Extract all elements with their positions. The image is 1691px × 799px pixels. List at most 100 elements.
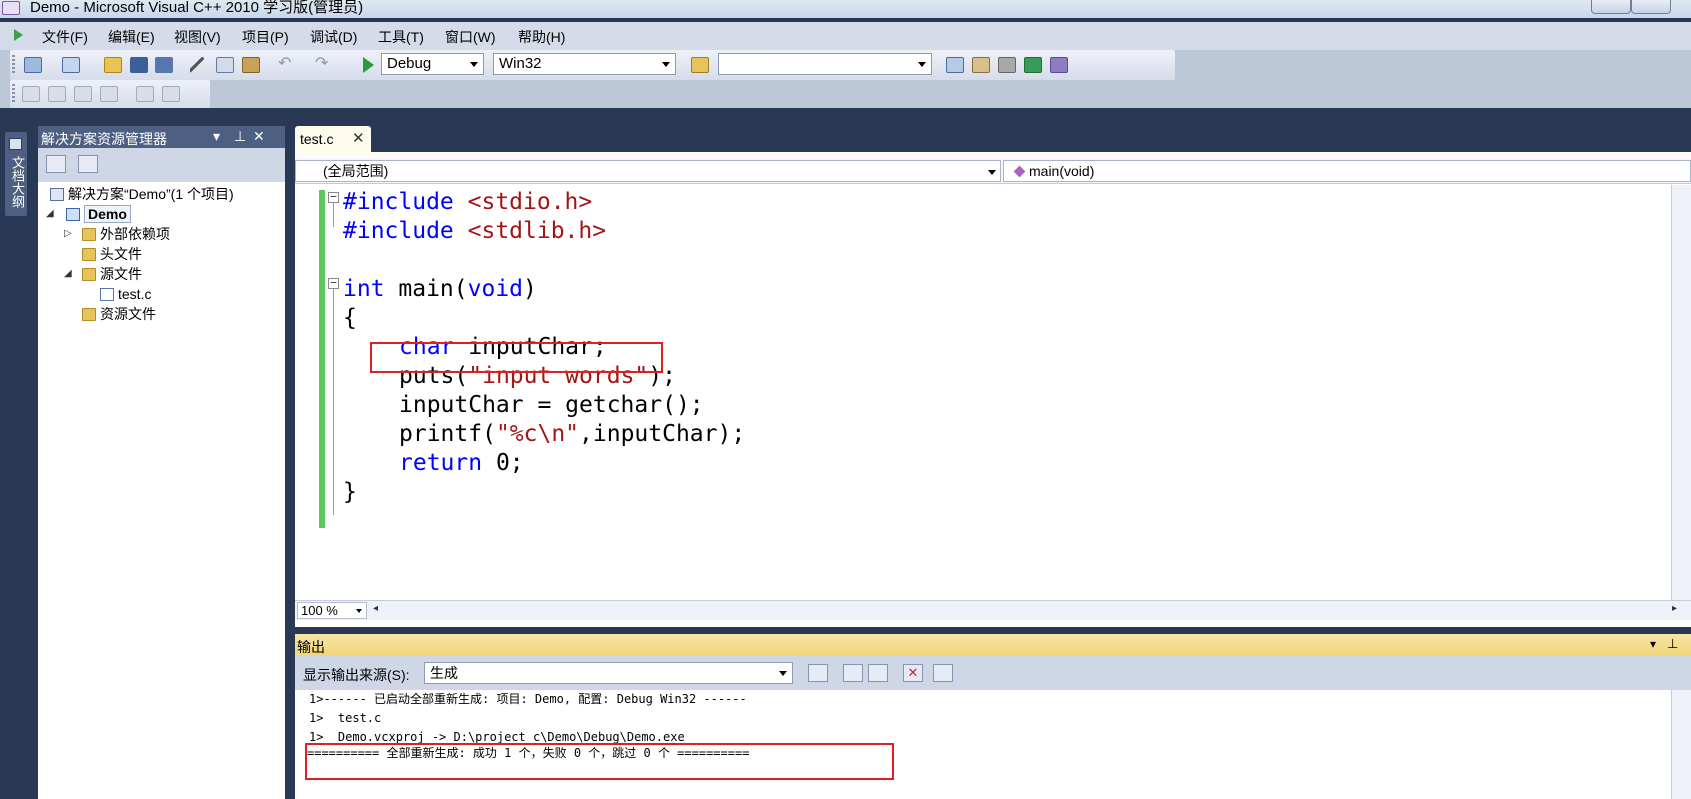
menu-view[interactable]: 视图(V)	[174, 27, 221, 47]
pin-icon[interactable]: ⊥	[234, 128, 246, 145]
chevron-down-icon	[988, 170, 996, 175]
expand-arrow-icon[interactable]: ▷	[64, 228, 72, 239]
solution-explorer-toolbar	[38, 148, 285, 182]
output-source-value: 生成	[430, 665, 458, 681]
goto-next-message-icon[interactable]	[808, 664, 828, 682]
dropdown-arrow-icon[interactable]: ▾	[1650, 637, 1656, 651]
find-next-icon[interactable]	[868, 664, 888, 682]
properties-icon[interactable]	[972, 57, 990, 73]
collapse-region-icon[interactable]: −	[328, 191, 339, 203]
change-tracking-bar	[319, 190, 325, 528]
close-icon[interactable]: ✕	[253, 128, 265, 145]
document-outline-tab[interactable]: 文档大纲	[5, 132, 27, 216]
code-line-8: inputChar = getchar();	[399, 390, 704, 420]
chevron-down-icon	[470, 62, 478, 67]
cut-icon[interactable]	[190, 57, 204, 73]
save-icon[interactable]	[130, 57, 148, 73]
code-token: int	[343, 276, 385, 302]
toolbar-grip[interactable]	[12, 84, 15, 104]
code-line-5: {	[343, 303, 357, 333]
find-previous-icon[interactable]	[843, 664, 863, 682]
quick-info-icon[interactable]	[74, 86, 92, 102]
collapse-region-icon[interactable]: −	[328, 277, 339, 289]
platform-select[interactable]: Win32	[493, 53, 676, 75]
code-token: }	[343, 479, 357, 505]
code-token: #include	[343, 218, 468, 244]
collapse-arrow-icon[interactable]: ◢	[46, 208, 54, 219]
start-debugging-icon[interactable]	[363, 57, 374, 73]
class-view-icon[interactable]	[1050, 57, 1068, 73]
undo-icon[interactable]: ↶	[278, 56, 296, 73]
parameter-info-icon[interactable]	[48, 86, 66, 102]
code-token: <stdio.h>	[467, 189, 593, 215]
tree-item-test-c[interactable]: test.c	[100, 284, 151, 304]
tree-item-solution[interactable]: 解决方案“Demo”(1 个项目)	[50, 184, 234, 204]
menu-window[interactable]: 窗口(W)	[445, 27, 496, 47]
output-source-select[interactable]: 生成	[424, 662, 793, 684]
tree-item-label: 外部依赖项	[100, 226, 170, 242]
complete-word-icon[interactable]	[100, 86, 118, 102]
new-project-icon[interactable]	[24, 57, 42, 73]
editor-vertical-scrollbar[interactable]	[1671, 185, 1691, 600]
solution-explorer-icon[interactable]	[946, 57, 964, 73]
folder-icon	[82, 248, 96, 261]
find-combo[interactable]	[718, 53, 932, 75]
start-page-icon[interactable]	[1024, 57, 1042, 73]
toggle-word-wrap-icon[interactable]	[933, 664, 953, 682]
collapse-arrow-icon[interactable]: ◢	[64, 268, 72, 279]
save-all-icon[interactable]	[155, 57, 173, 73]
redo-icon[interactable]: ↷	[315, 56, 333, 73]
tree-item-source-files[interactable]: 源文件	[82, 264, 142, 284]
highlight-box-declaration	[370, 342, 663, 373]
scope-select[interactable]: (全局范围)	[295, 160, 1001, 182]
output-text[interactable]: 1>------ 已启动全部重新生成: 项目: Demo, 配置: Debug …	[295, 690, 1691, 799]
code-token: <stdlib.h>	[467, 218, 607, 244]
copy-icon[interactable]	[216, 57, 234, 73]
menu-tools[interactable]: 工具(T)	[378, 27, 424, 47]
show-all-files-button[interactable]	[78, 155, 98, 173]
code-line-4: int main(void)	[343, 274, 537, 304]
add-item-icon[interactable]	[62, 57, 80, 73]
pin-icon[interactable]: ⊥	[1667, 636, 1678, 652]
menu-debug[interactable]: 调试(D)	[310, 27, 357, 47]
outdent-icon[interactable]	[136, 86, 154, 102]
chevron-down-icon	[918, 62, 926, 67]
editor-horizontal-scrollbar[interactable]: 100 % ◂ ▸	[295, 600, 1691, 620]
tree-item-project[interactable]: Demo	[66, 204, 131, 224]
open-file-icon[interactable]	[104, 57, 122, 73]
left-dock-strip	[0, 118, 30, 799]
tree-item-header-files[interactable]: 头文件	[82, 244, 142, 264]
menu-file[interactable]: 文件(F)	[42, 27, 88, 47]
code-editor[interactable]: − − #include <stdio.h> #include <stdlib.…	[295, 185, 1691, 595]
output-line: 1>------ 已启动全部重新生成: 项目: Demo, 配置: Debug …	[309, 692, 747, 706]
properties-button[interactable]	[46, 155, 66, 173]
menu-edit[interactable]: 编辑(E)	[108, 27, 155, 47]
c-file-icon	[100, 288, 114, 301]
menu-project[interactable]: 项目(P)	[242, 27, 289, 47]
code-token: ,inputChar);	[579, 421, 746, 447]
tree-item-external-deps[interactable]: 外部依赖项	[82, 224, 170, 244]
member-list-icon[interactable]	[22, 86, 40, 102]
project-icon	[66, 208, 80, 221]
clear-all-icon[interactable]: ✕	[903, 664, 923, 682]
menu-help[interactable]: 帮助(H)	[518, 27, 565, 47]
toolbar-grip[interactable]	[12, 55, 15, 75]
close-icon[interactable]: ✕	[352, 129, 365, 147]
find-in-files-icon[interactable]	[691, 57, 709, 73]
scroll-right-icon[interactable]: ▸	[1672, 603, 1677, 614]
scroll-left-icon[interactable]: ◂	[373, 603, 378, 614]
configuration-select[interactable]: Debug	[381, 53, 484, 75]
indent-icon[interactable]	[162, 86, 180, 102]
document-outline-icon	[9, 138, 22, 150]
minimize-button[interactable]	[1591, 0, 1631, 14]
maximize-button[interactable]	[1631, 0, 1671, 14]
tree-item-resource-files[interactable]: 资源文件	[82, 304, 156, 324]
member-select[interactable]: main(void)	[1003, 160, 1691, 182]
zoom-select[interactable]: 100 %	[297, 602, 367, 619]
dropdown-arrow-icon[interactable]: ▾	[213, 128, 220, 145]
tab-test-c[interactable]: test.c ✕	[295, 126, 371, 152]
paste-icon[interactable]	[242, 57, 260, 73]
toolbox-icon[interactable]	[998, 57, 1016, 73]
output-vertical-scrollbar[interactable]	[1671, 690, 1691, 799]
folder-icon	[82, 308, 96, 321]
